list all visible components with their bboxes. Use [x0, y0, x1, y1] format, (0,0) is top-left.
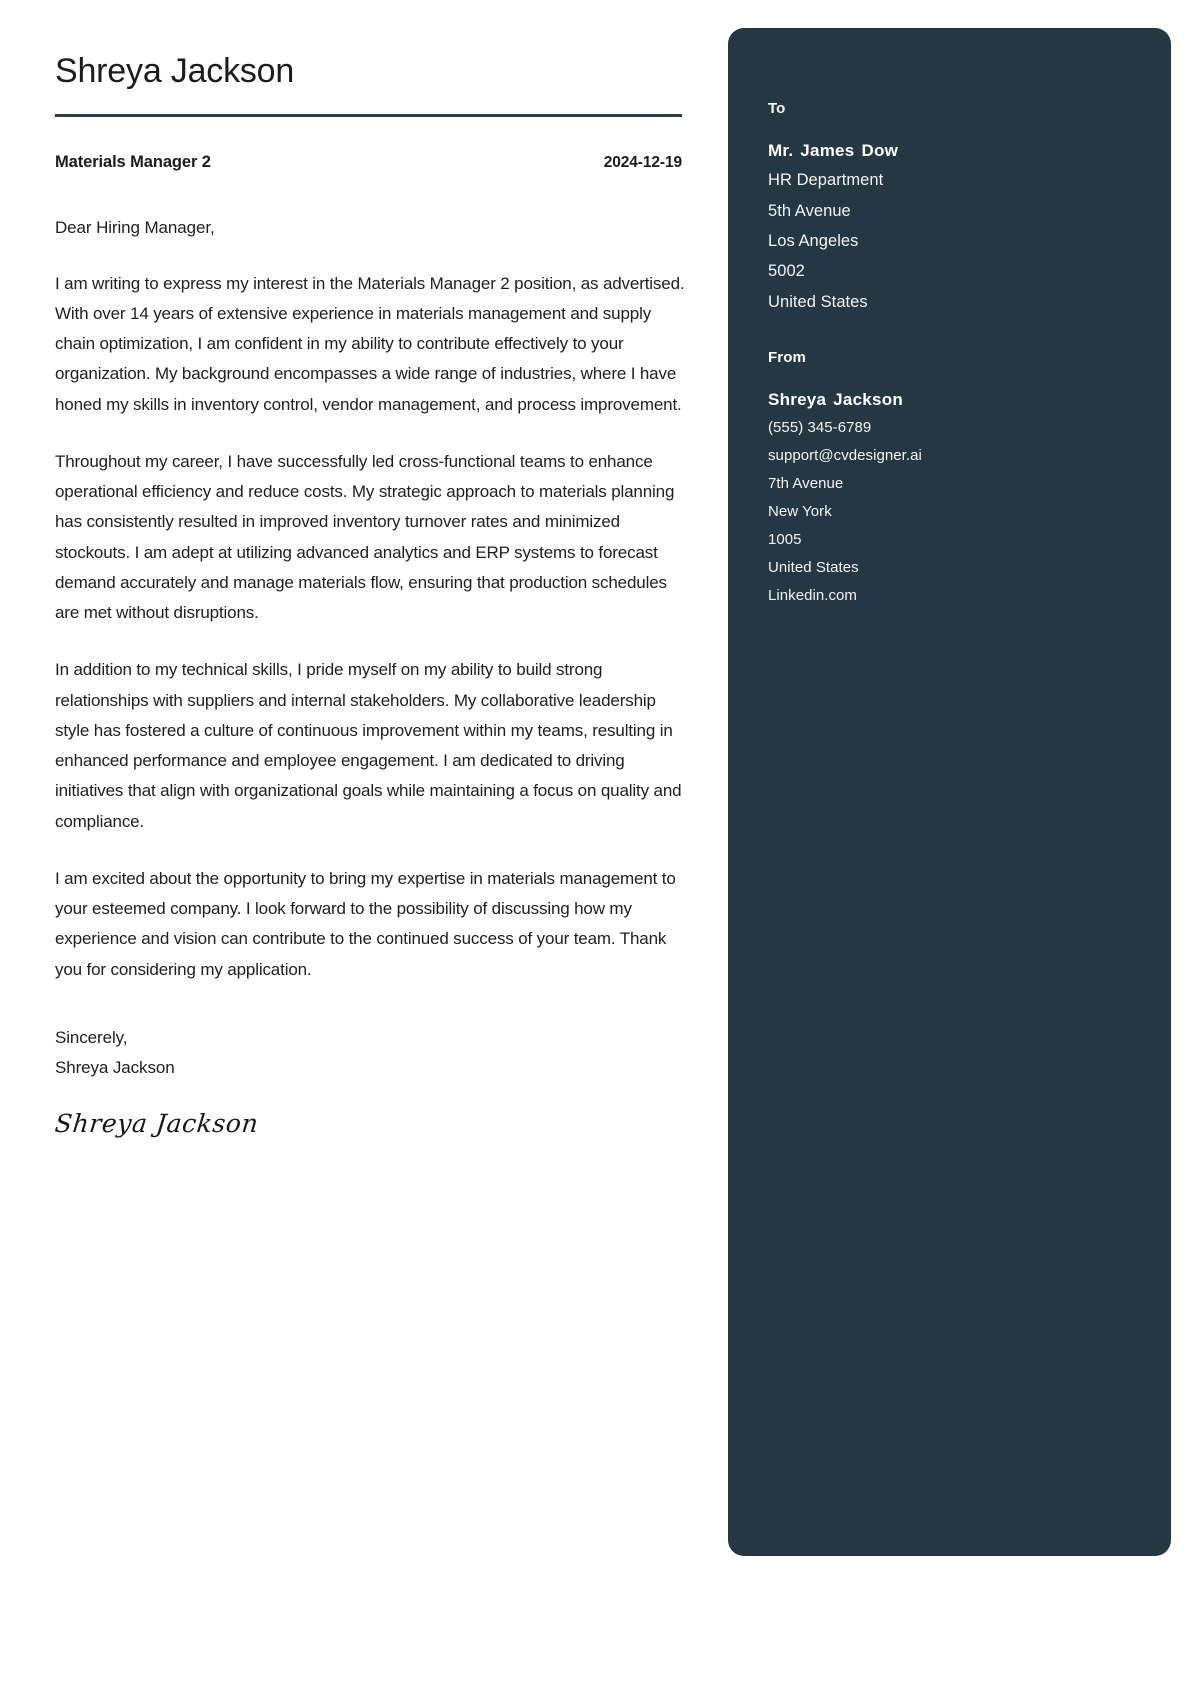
letter-meta-row: Materials Manager 2 2024-12-19: [55, 153, 682, 172]
letter-body: Shreya Jackson Materials Manager 2 2024-…: [53, 52, 685, 1139]
recipient-line: United States: [768, 292, 868, 311]
salutation: Dear Hiring Manager,: [55, 218, 215, 238]
sender-heading: From: [768, 349, 806, 367]
contact-sidebar: To Mr. James Dow HR Department 5th Avenu…: [728, 28, 1171, 1556]
recipient-heading: To: [768, 100, 786, 117]
recipient-name: Mr. James Dow: [768, 141, 899, 160]
letter-paragraph-3: In addition to my technical skills, I pr…: [55, 660, 682, 831]
letter-paragraph-2: Throughout my career, I have successfull…: [55, 451, 675, 623]
sender-line: 7th Avenue: [768, 475, 844, 493]
closing-name: Shreya Jackson: [55, 1058, 175, 1078]
letter-paragraph-4: I am excited about the opportunity to br…: [55, 868, 676, 979]
sender-phone: (555) 345-6789: [768, 419, 872, 437]
sender-block: From Shreya Jackson (555) 345-6789 suppo…: [768, 349, 1171, 609]
closing-block: Sincerely, Shreya Jackson: [55, 1023, 685, 1084]
cover-letter-page: Shreya Jackson Materials Manager 2 2024-…: [0, 0, 1200, 1684]
sender-line: New York: [768, 502, 832, 520]
page-title: Shreya Jackson: [55, 52, 295, 90]
recipient-line: HR Department: [768, 171, 884, 190]
sender-email[interactable]: support@cvdesigner.ai: [768, 442, 1171, 470]
recipient-line: 5th Avenue: [768, 201, 851, 220]
letter-paragraph-1: I am writing to express my interest in t…: [55, 273, 685, 414]
sender-linkedin[interactable]: Linkedin.com: [768, 582, 1171, 610]
letter-date: 2024-12-19: [603, 154, 682, 172]
job-title: Materials Manager 2: [55, 153, 211, 172]
closing-word: Sincerely,: [55, 1027, 128, 1047]
header-divider: [55, 114, 682, 118]
recipient-line: 5002: [768, 262, 805, 281]
sender-line: United States: [768, 558, 859, 576]
sender-name: Shreya Jackson: [768, 390, 903, 410]
recipient-block: To Mr. James Dow HR Department 5th Avenu…: [768, 100, 1171, 317]
signature-script: Shreya Jackson: [53, 1109, 260, 1139]
sender-line: 1005: [768, 530, 802, 548]
recipient-line: Los Angeles: [768, 231, 859, 250]
